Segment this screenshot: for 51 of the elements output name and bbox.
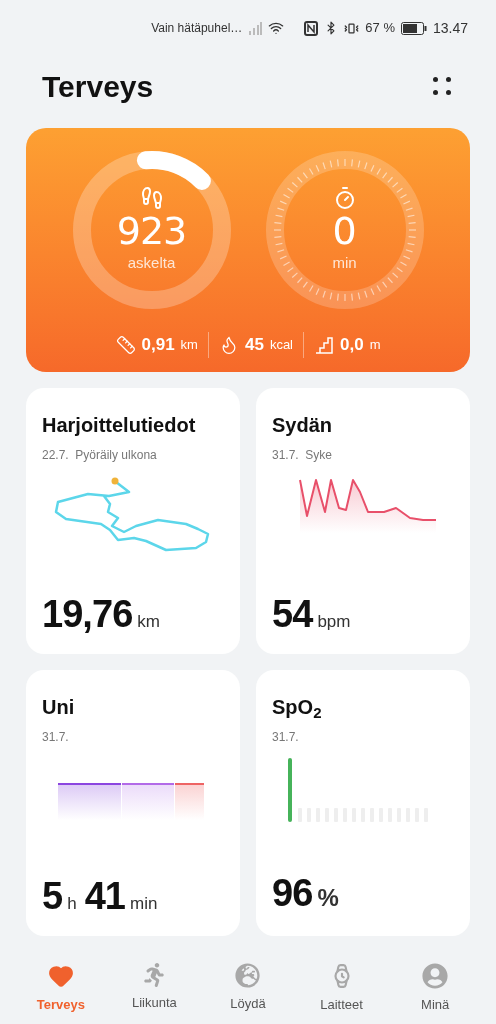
metric-unit: kcal <box>269 336 293 354</box>
health-tile[interactable]: Harjoittelutiedot 22.7. Pyöräily ulkona 19,76 km <box>26 388 240 654</box>
metric-value: 45 <box>244 334 264 356</box>
tile-title: SpO$_{2}$ <box>272 695 323 722</box>
tile-subtitle: 31.7. <box>42 729 70 746</box>
stairs-icon <box>314 334 334 355</box>
wifi-icon <box>268 20 285 36</box>
reading-unit: bpm <box>317 610 351 633</box>
nav-tab[interactable]: Löydä <box>208 958 288 1018</box>
metric-value: 0,0 <box>340 334 364 356</box>
footprints-icon <box>139 185 164 210</box>
reading-value: 5 <box>42 875 63 916</box>
metric-unit: m <box>369 336 381 354</box>
metric-value: 0,91 <box>141 334 175 356</box>
tile-subtitle: 31.7. <box>272 729 300 746</box>
reading-unit: km <box>137 610 160 633</box>
page-title: Terveys <box>42 68 154 105</box>
ruler-icon <box>115 334 136 355</box>
reading-unit: h <box>67 892 77 915</box>
battery-icon <box>400 21 427 35</box>
tile-subtitle: 31.7. Syke <box>272 447 334 464</box>
steps-value: 923 <box>116 209 187 252</box>
reading-value: 54 <box>272 593 313 634</box>
carrier-text: Vain hätäpuhel… <box>151 20 243 37</box>
reading-unit: % <box>317 883 339 913</box>
minutes-unit: min <box>332 252 357 273</box>
battery-percent: 67 % <box>365 19 395 38</box>
vibrate-icon <box>344 20 360 36</box>
tile-title: Sydän <box>272 413 334 438</box>
steps-unit: askelta <box>127 252 176 273</box>
nfc-icon <box>304 20 319 36</box>
tile-title: Uni <box>42 695 76 720</box>
health-tile[interactable]: Uni 31.7. 5 h 41 min <box>26 670 240 936</box>
reading-value: 96 <box>272 873 313 913</box>
runner-icon <box>142 962 167 987</box>
nav-tab[interactable]: Laitteet <box>301 958 382 1018</box>
tile-subtitle: 22.7. Pyöräily ulkona <box>42 447 158 464</box>
nav-tab[interactable]: Minä <box>395 958 476 1018</box>
metric-unit: km <box>180 336 198 354</box>
minutes-value: 0 <box>332 209 357 252</box>
clock-time: 13.47 <box>432 18 468 38</box>
reading-value: 19,76 <box>42 593 133 634</box>
health-tile[interactable]: Sydän 31.7. Syke 54 bpm <box>256 388 470 654</box>
globe-icon <box>235 962 261 988</box>
tile-title: Harjoittelutiedot <box>42 413 197 438</box>
nav-tab[interactable]: Liikunta <box>114 958 195 1018</box>
signal-icon <box>248 21 263 35</box>
health-tile[interactable]: SpO$_{2}$ 31.7. 96% <box>256 670 470 936</box>
reading-unit: min <box>130 892 158 915</box>
reading-value: 41 <box>84 875 126 916</box>
user-icon <box>422 962 449 989</box>
